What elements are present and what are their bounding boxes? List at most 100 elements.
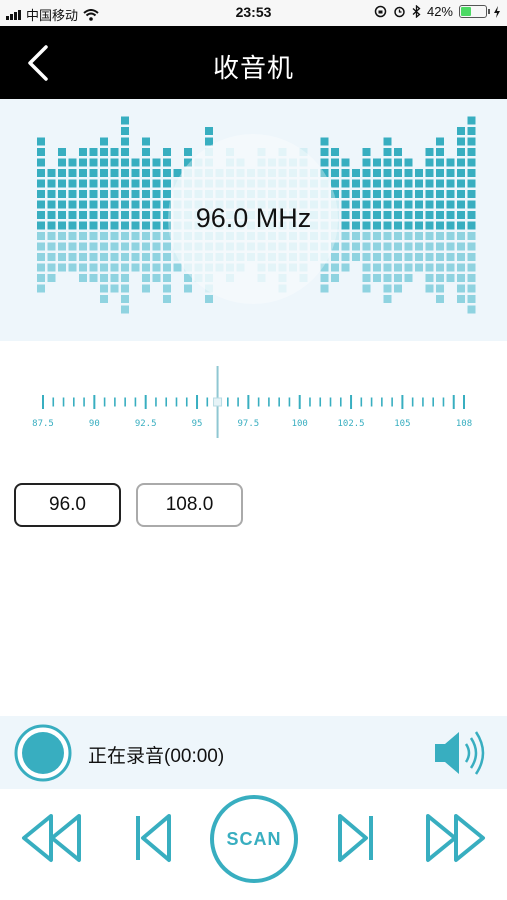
eq-bar-cell bbox=[425, 253, 434, 261]
eq-bar-cell bbox=[362, 274, 371, 282]
eq-bar-cell bbox=[58, 190, 66, 198]
eq-bar-cell bbox=[37, 169, 45, 177]
eq-bar-cell bbox=[163, 253, 171, 261]
eq-bar-cell bbox=[163, 284, 171, 293]
eq-bar-cell bbox=[110, 179, 119, 188]
dial-tick-label: 105 bbox=[394, 419, 410, 429]
eq-bar-cell bbox=[467, 190, 476, 198]
eq-bar-cell bbox=[446, 169, 455, 177]
eq-bar-cell bbox=[37, 242, 45, 251]
eq-bar-cell bbox=[79, 169, 87, 177]
eq-bar-cell bbox=[362, 242, 371, 251]
dial-scale[interactable]: 87.5 90 92.5 95 97.5 100 102.5 105 108 bbox=[0, 360, 507, 440]
eq-bar-cell bbox=[142, 263, 150, 272]
eq-bar-cell bbox=[331, 179, 339, 188]
eq-bar-cell bbox=[121, 263, 129, 272]
eq-bar-cell bbox=[394, 253, 402, 261]
eq-bar-cell bbox=[89, 253, 98, 261]
frequency-dial[interactable]: 87.5 90 92.5 95 97.5 100 102.5 105 108 bbox=[0, 360, 507, 440]
preset-station[interactable]: 96.0 bbox=[14, 483, 121, 527]
eq-bar-cell bbox=[467, 158, 476, 167]
eq-bar-cell bbox=[457, 137, 465, 146]
eq-bar-cell bbox=[331, 274, 339, 282]
previous-button[interactable] bbox=[134, 813, 174, 868]
rewind-icon bbox=[22, 814, 81, 862]
eq-bar-cell bbox=[457, 169, 465, 177]
skip-next-icon bbox=[338, 814, 373, 862]
eq-bar-cell bbox=[373, 179, 381, 188]
eq-bar-cell bbox=[142, 190, 150, 198]
record-button[interactable] bbox=[14, 724, 72, 782]
eq-bar-cell bbox=[457, 127, 465, 135]
orientation-lock-icon bbox=[374, 5, 387, 18]
eq-bar-cell bbox=[79, 190, 87, 198]
eq-bar-cell bbox=[373, 242, 381, 251]
eq-bar-cell bbox=[436, 253, 444, 261]
eq-bar-cell bbox=[394, 263, 402, 272]
eq-bar-cell bbox=[100, 242, 108, 251]
eq-bar-cell bbox=[58, 169, 66, 177]
eq-bar-cell bbox=[131, 169, 140, 177]
speaker-button[interactable] bbox=[433, 726, 493, 780]
eq-bar-cell bbox=[404, 253, 413, 261]
eq-bar-cell bbox=[383, 295, 392, 303]
eq-bar-cell bbox=[163, 274, 171, 282]
eq-bar-cell bbox=[47, 253, 56, 261]
eq-bar-cell bbox=[467, 127, 476, 135]
eq-bar-cell bbox=[383, 158, 392, 167]
eq-bar-cell bbox=[436, 179, 444, 188]
eq-bar-cell bbox=[467, 148, 476, 156]
eq-bar-cell bbox=[121, 148, 129, 156]
record-icon bbox=[14, 724, 72, 782]
eq-bar-cell bbox=[131, 190, 140, 198]
eq-bar-cell bbox=[467, 169, 476, 177]
eq-bar-cell bbox=[457, 295, 465, 303]
eq-bar-cell bbox=[121, 127, 129, 135]
eq-bar-cell bbox=[425, 148, 434, 156]
eq-bar-cell bbox=[331, 148, 339, 156]
dial-pointer-knob[interactable] bbox=[213, 397, 223, 407]
eq-bar-cell bbox=[184, 148, 192, 156]
eq-bar-cell bbox=[121, 116, 129, 125]
dial-tick-label: 102.5 bbox=[338, 419, 365, 429]
eq-bar-cell bbox=[110, 253, 119, 261]
eq-bar-cell bbox=[320, 158, 329, 167]
eq-bar-cell bbox=[131, 263, 140, 272]
dial-tick-label: 90 bbox=[89, 419, 100, 429]
fast-forward-button[interactable] bbox=[423, 813, 487, 868]
eq-bar-cell bbox=[467, 116, 476, 125]
eq-bar-cell bbox=[362, 169, 371, 177]
eq-bar-cell bbox=[100, 179, 108, 188]
eq-bar-cell bbox=[425, 179, 434, 188]
dial-tick-label: 108 bbox=[456, 419, 472, 429]
eq-bar-cell bbox=[362, 253, 371, 261]
eq-bar-cell bbox=[47, 274, 56, 282]
eq-bar-cell bbox=[467, 179, 476, 188]
eq-bar-cell bbox=[320, 284, 329, 293]
eq-bar-cell bbox=[394, 179, 402, 188]
eq-bar-cell bbox=[142, 274, 150, 282]
eq-bar-cell bbox=[47, 179, 56, 188]
eq-bar-cell bbox=[352, 190, 360, 198]
eq-bar-cell bbox=[425, 263, 434, 272]
eq-bar-cell bbox=[373, 274, 381, 282]
eq-bar-cell bbox=[331, 263, 339, 272]
eq-bar-cell bbox=[373, 169, 381, 177]
dial-tick-label: 100 bbox=[292, 419, 308, 429]
next-button[interactable] bbox=[335, 813, 375, 868]
eq-bar-cell bbox=[121, 253, 129, 261]
battery-percent: 42% bbox=[426, 4, 453, 19]
eq-bar-cell bbox=[163, 179, 171, 188]
eq-bar-cell bbox=[58, 263, 66, 272]
eq-bar-cell bbox=[100, 148, 108, 156]
eq-bar-cell bbox=[163, 158, 171, 167]
rewind-button[interactable] bbox=[20, 813, 84, 868]
preset-station[interactable]: 108.0 bbox=[136, 483, 243, 527]
eq-bar-cell bbox=[79, 158, 87, 167]
scan-button[interactable]: SCAN bbox=[210, 795, 298, 883]
eq-bar-cell bbox=[404, 274, 413, 282]
eq-bar-cell bbox=[352, 253, 360, 261]
eq-bar-cell bbox=[373, 253, 381, 261]
eq-bar-cell bbox=[436, 263, 444, 272]
eq-bar-cell bbox=[425, 242, 434, 251]
